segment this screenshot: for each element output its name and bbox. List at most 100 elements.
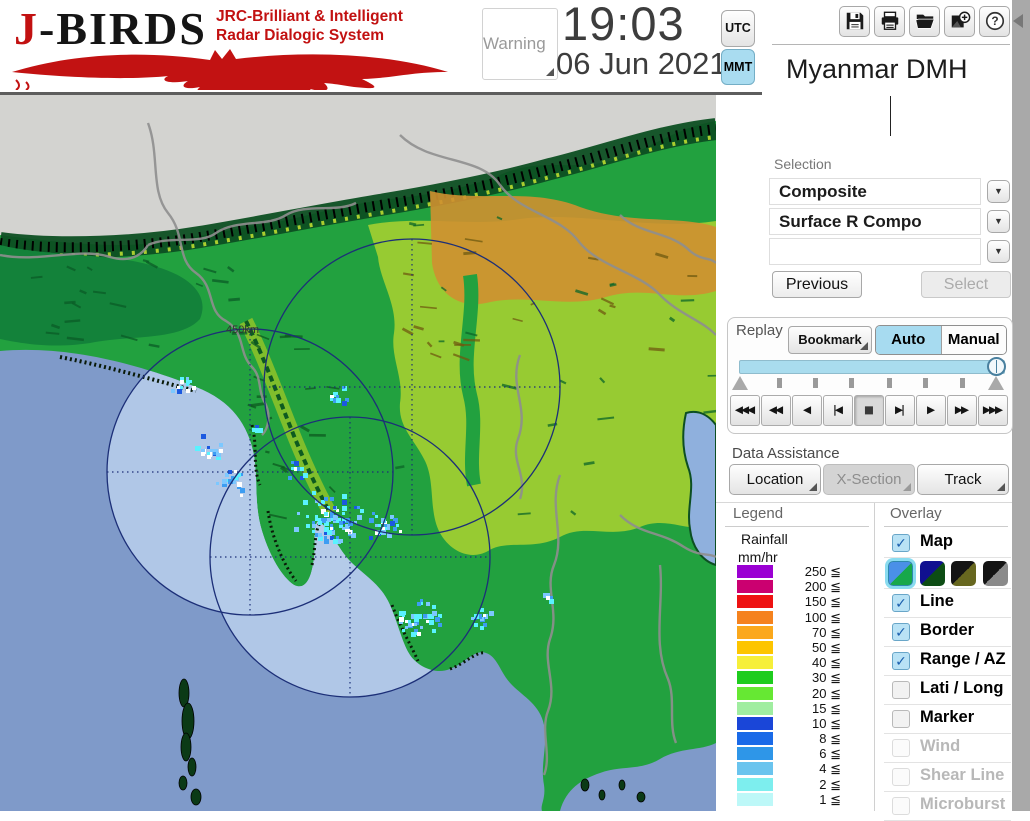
station-title: Myanmar DMH (786, 54, 968, 85)
dropdown-extra-arrow[interactable]: ▼ (987, 240, 1010, 263)
data-assistance-label: Data Assistance (732, 445, 840, 462)
legend-row-label: 50 ≦ (775, 640, 841, 656)
checkbox-lati-long[interactable]: ✓ (892, 681, 910, 699)
legend-color-swatch (737, 732, 773, 745)
checkbox-line[interactable]: ✓ (892, 594, 910, 612)
legend-color-swatch (737, 762, 773, 775)
dropdown-composite[interactable]: Composite (769, 178, 981, 205)
save-icon (844, 10, 866, 32)
legend-row: 10 ≦ (733, 716, 845, 731)
overlay-item-map: ✓Map (884, 529, 1011, 558)
auto-mode-button[interactable]: Auto (876, 326, 941, 354)
map-style-swatch-3[interactable] (951, 561, 976, 586)
overlay-item-marker: ✓Marker (884, 705, 1011, 734)
playback-buttons: ◀◀◀◀◀◀|◀■▶|▶▶▶▶▶▶ (730, 395, 1009, 426)
legend-underline (725, 526, 869, 527)
playback-button-3[interactable]: |◀ (823, 395, 853, 426)
slider-start-marker[interactable] (732, 376, 748, 390)
playback-button-4[interactable]: ■ (854, 395, 884, 426)
dropdown-composite-arrow[interactable]: ▼ (987, 180, 1010, 203)
overlay-item-shear-line: ✓Shear Line (884, 763, 1011, 792)
slider-tick (887, 378, 892, 388)
app-subtitle-line1: JRC-Brilliant & Intelligent (216, 8, 403, 26)
dropdown-product-arrow[interactable]: ▼ (987, 210, 1010, 233)
legend-row-label: 20 ≦ (775, 686, 841, 702)
legend-row: 200 ≦ (733, 579, 845, 594)
previous-button[interactable]: Previous (772, 271, 862, 298)
overlay-item-label: Microburst (920, 795, 1005, 814)
checkbox-wind: ✓ (892, 739, 910, 757)
slider-end-marker[interactable] (988, 376, 1004, 390)
playback-button-8[interactable]: ▶▶▶ (978, 395, 1008, 426)
legend-color-swatch (737, 626, 773, 639)
legend-quantity: Rainfall (741, 531, 788, 547)
svg-text:?: ? (991, 14, 998, 28)
side-strip (1012, 0, 1030, 811)
manual-mode-button[interactable]: Manual (941, 326, 1007, 354)
legend-row-label: 150 ≦ (775, 594, 841, 610)
playback-button-1[interactable]: ◀◀ (761, 395, 791, 426)
location-button[interactable]: Location (729, 464, 821, 495)
legend-rows: 250 ≦200 ≦150 ≦100 ≦70 ≦50 ≦40 ≦30 ≦20 ≦… (733, 564, 845, 807)
legend-row: 6 ≦ (733, 746, 845, 761)
playback-button-0[interactable]: ◀◀◀ (730, 395, 760, 426)
range-label: 450km (226, 324, 259, 336)
checkbox-range-az[interactable]: ✓ (892, 652, 910, 670)
legend-row: 8 ≦ (733, 731, 845, 746)
panel-vsep (874, 503, 875, 811)
overlay-item-label: Border (920, 621, 974, 640)
playback-button-6[interactable]: ▶ (916, 395, 946, 426)
legend-color-swatch (737, 717, 773, 730)
checkbox-map[interactable]: ✓ (892, 534, 910, 552)
mmt-timezone-button[interactable]: MMT (721, 49, 755, 85)
print-button[interactable] (874, 6, 905, 37)
overlay-item-label: Shear Line (920, 766, 1004, 785)
dropdown-product[interactable]: Surface R Compo (769, 208, 981, 235)
legend-row: 15 ≦ (733, 701, 845, 716)
open-folder-button[interactable] (909, 6, 940, 37)
legend-color-swatch (737, 641, 773, 654)
legend-row-label: 10 ≦ (775, 716, 841, 732)
app-logo: J-BIRDS JRC-Brilliant & Intelligent Rada… (0, 0, 470, 92)
legend-row-label: 250 ≦ (775, 564, 841, 580)
checkbox-microburst: ✓ (892, 797, 910, 815)
select-button[interactable]: Select (921, 271, 1011, 298)
legend-color-swatch (737, 580, 773, 593)
overlay-underline (884, 526, 1008, 527)
warning-button[interactable]: Warning (482, 8, 558, 80)
legend-row: 70 ≦ (733, 625, 845, 640)
playback-button-5[interactable]: ▶| (885, 395, 915, 426)
replay-slider-handle[interactable] (987, 357, 1006, 376)
track-button[interactable]: Track (917, 464, 1009, 495)
help-button[interactable]: ? (979, 6, 1010, 37)
map-style-swatch-1[interactable] (888, 561, 913, 586)
radar-map[interactable]: 450km (0, 95, 716, 811)
map-style-swatch-4[interactable] (983, 561, 1008, 586)
capture-add-button[interactable] (944, 6, 975, 37)
eagle-logo-icon (10, 46, 455, 90)
legend-row: 20 ≦ (733, 686, 845, 701)
slider-tick (923, 378, 928, 388)
playback-button-2[interactable]: ◀ (792, 395, 822, 426)
legend-row: 1 ≦ (733, 792, 845, 807)
printer-icon (879, 10, 901, 32)
legend-row: 250 ≦ (733, 564, 845, 579)
replay-slider-track[interactable] (739, 360, 1005, 374)
save-button[interactable] (839, 6, 870, 37)
legend-row-label: 70 ≦ (775, 625, 841, 641)
overlay-item-border: ✓ Border (884, 618, 1011, 647)
utc-timezone-button[interactable]: UTC (721, 10, 755, 47)
status-box (766, 92, 1012, 140)
x-section-button[interactable]: X-Section (823, 464, 915, 495)
bookmark-button[interactable]: Bookmark (788, 326, 872, 354)
checkbox-border[interactable]: ✓ (892, 623, 910, 641)
dropdown-extra[interactable] (769, 238, 981, 265)
replay-mode-toggle: Auto Manual (875, 325, 1007, 355)
map-style-swatch-2[interactable] (920, 561, 945, 586)
map-top-border (0, 92, 762, 95)
panel-hsep (716, 502, 1012, 503)
panel-collapse-arrow-icon[interactable] (1013, 14, 1023, 28)
playback-button-7[interactable]: ▶▶ (947, 395, 977, 426)
checkbox-marker[interactable]: ✓ (892, 710, 910, 728)
overlay-item-line: ✓Line (884, 589, 1011, 618)
